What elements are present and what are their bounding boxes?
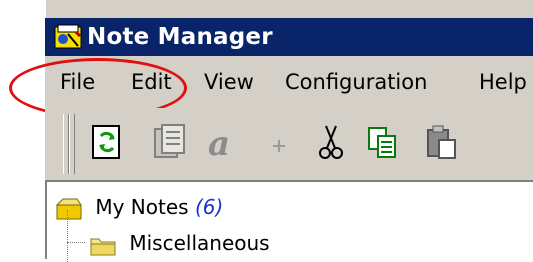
title-bar[interactable]: Note Manager [45, 18, 533, 56]
toolbar: a [45, 108, 533, 180]
paste-icon[interactable] [425, 120, 461, 164]
copy-icon[interactable] [365, 120, 401, 164]
note-count: (6) [194, 195, 224, 219]
svg-text:a: a [208, 124, 230, 164]
notes-icon[interactable] [152, 120, 188, 164]
tree-item-miscellaneous[interactable]: Miscellaneous [89, 228, 270, 258]
cut-icon[interactable] [313, 120, 349, 164]
app-icon [54, 24, 82, 49]
window-title: Note Manager [87, 24, 273, 50]
tree-root-label: My Notes [95, 195, 189, 219]
folder-icon [90, 238, 116, 255]
refresh-icon[interactable] [89, 120, 125, 164]
notes-tree: My Notes (6) Miscellaneous [45, 180, 533, 262]
menu-view[interactable]: View [204, 69, 254, 95]
menu-help[interactable]: Help [479, 69, 527, 95]
tree-connector-vertical [67, 210, 68, 262]
tree-item-label: Miscellaneous [129, 231, 270, 255]
menu-configuration[interactable]: Configuration [285, 69, 427, 95]
font-icon[interactable]: a [205, 120, 241, 164]
notes-folder-icon [55, 198, 82, 219]
toolbar-grip-2 [69, 114, 75, 174]
tree-connector-horizontal [67, 242, 85, 243]
add-icon[interactable] [261, 120, 297, 164]
tree-root[interactable]: My Notes (6) [55, 192, 223, 222]
